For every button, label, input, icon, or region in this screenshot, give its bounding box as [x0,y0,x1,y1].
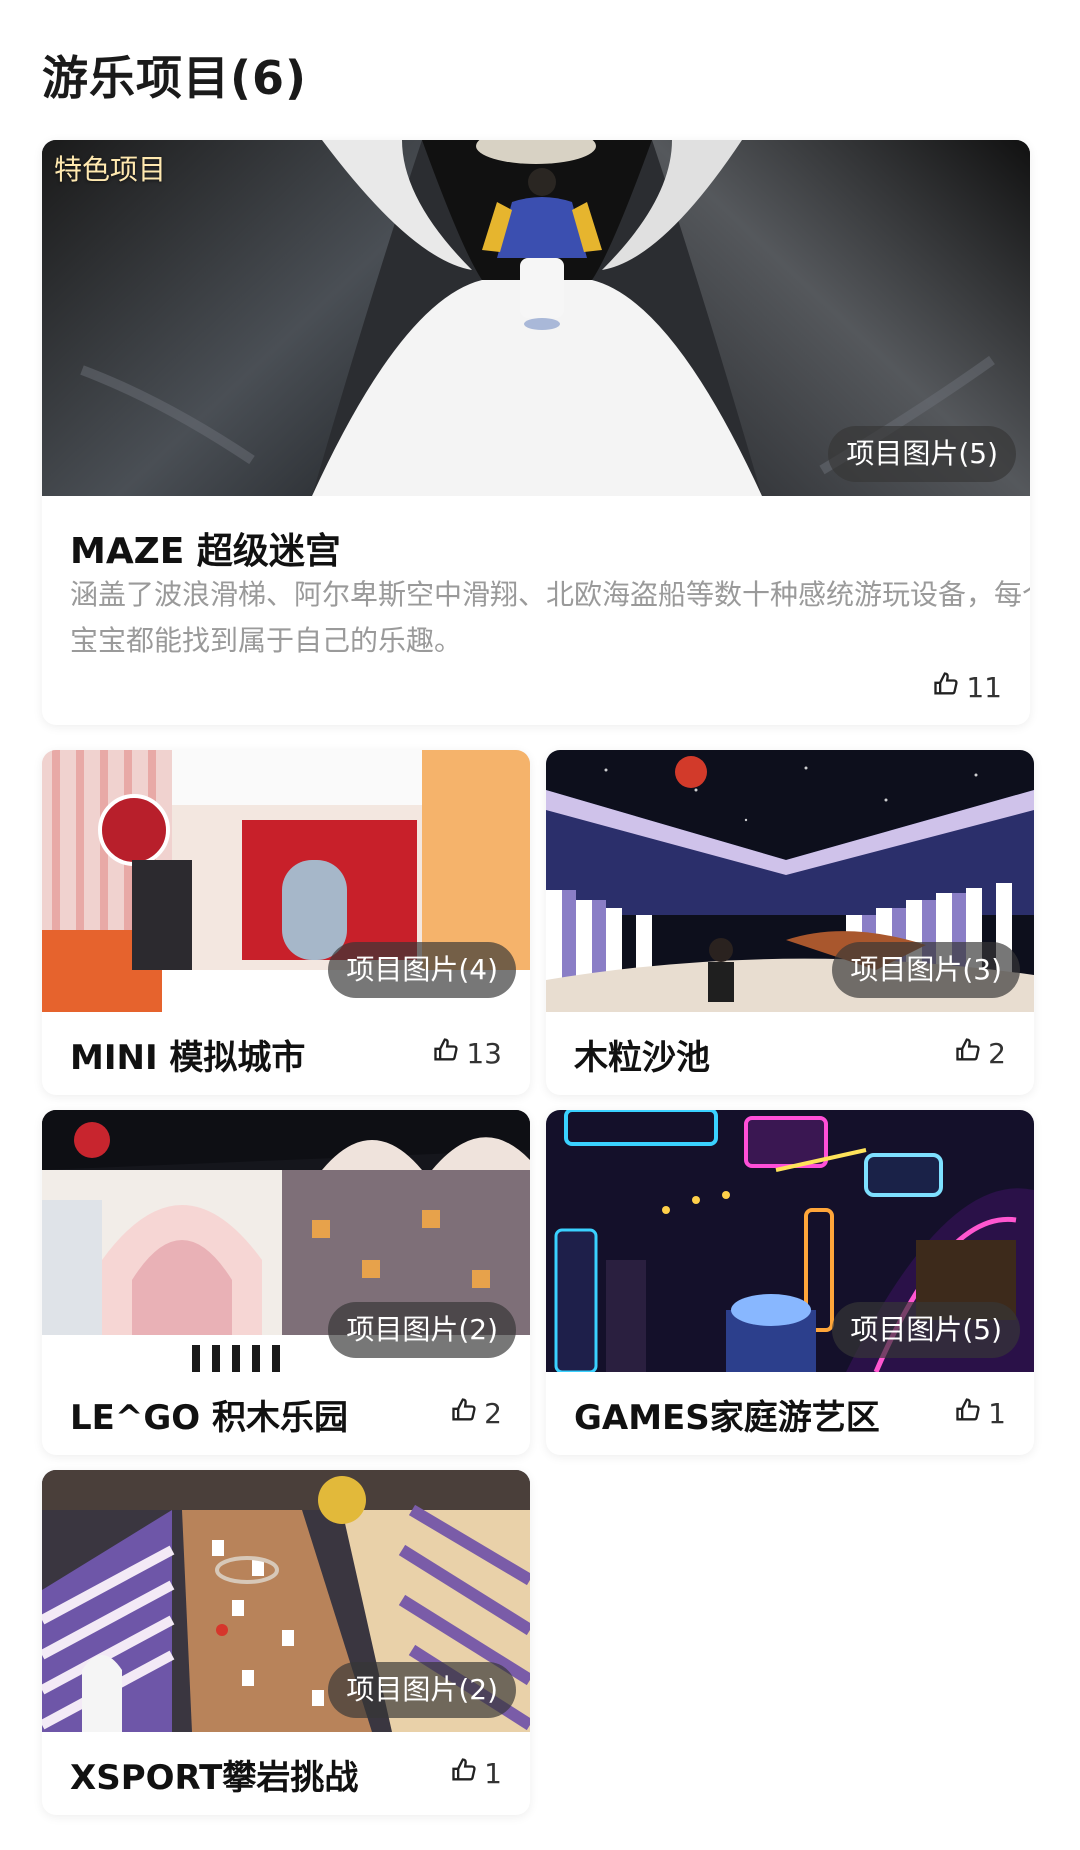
like-count: 2 [988,1037,1006,1070]
project-photos-button[interactable]: 项目图片(2) [328,1302,516,1358]
featured-project-card[interactable]: 特色项目 项目图片(5) MAZE 超级迷宫 涵盖了波浪滑梯、阿尔卑斯空中滑翔、… [42,140,1030,725]
thumbs-up-icon [432,1036,460,1071]
project-title: GAMES家庭游艺区 [574,1398,880,1438]
project-photos-button[interactable]: 项目图片(3) [832,942,1020,998]
thumbs-up-icon [954,1396,982,1431]
like-count: 11 [966,671,1002,704]
project-photos-button[interactable]: 项目图片(2) [328,1662,516,1718]
project-card[interactable]: 项目图片(2) LE^GO 积木乐园 2 [42,1110,530,1455]
project-description: 涵盖了波浪滑梯、阿尔卑斯空中滑翔、北欧海盗船等数十种感统游玩设备，每个宝宝都能找… [70,578,1030,657]
thumbs-up-icon [932,670,960,705]
like-count: 13 [466,1037,502,1070]
like-button[interactable]: 2 [450,1396,502,1431]
page: 游乐项目(6) 特色项目 项目图片(5) MAZE 超级迷宫 涵盖了波浪滑梯、阿… [0,0,1080,1850]
project-image[interactable]: 项目图片(5) [546,1110,1034,1372]
thumbs-up-icon [954,1036,982,1071]
like-count: 1 [484,1757,502,1790]
like-count: 1 [988,1397,1006,1430]
project-title: MINI 模拟城市 [70,1038,306,1078]
project-image[interactable]: 项目图片(4) [42,750,530,1012]
like-button[interactable]: 11 [932,670,1002,705]
like-button[interactable]: 1 [450,1756,502,1791]
project-title: XSPORT攀岩挑战 [70,1758,359,1798]
project-title: 木粒沙池 [574,1038,710,1078]
featured-project-image[interactable]: 特色项目 项目图片(5) [42,140,1030,496]
thumbs-up-icon [450,1396,478,1431]
like-count: 2 [484,1397,502,1430]
project-photos-button[interactable]: 项目图片(5) [832,1302,1020,1358]
project-image[interactable]: 项目图片(2) [42,1470,530,1732]
thumbs-up-icon [450,1756,478,1791]
project-image[interactable]: 项目图片(3) [546,750,1034,1012]
project-photos-button[interactable]: 项目图片(5) [828,426,1016,482]
project-card[interactable]: 项目图片(2) XSPORT攀岩挑战 1 [42,1470,530,1815]
like-button[interactable]: 13 [432,1036,502,1071]
project-title: LE^GO 积木乐园 [70,1398,349,1438]
project-photos-button[interactable]: 项目图片(4) [328,942,516,998]
project-title: MAZE 超级迷宫 [70,531,341,572]
featured-tag: 特色项目 [54,153,167,186]
project-card[interactable]: 项目图片(4) MINI 模拟城市 13 [42,750,530,1095]
like-button[interactable]: 2 [954,1036,1006,1071]
section-title: 游乐项目(6) [42,51,308,105]
project-card[interactable]: 项目图片(5) GAMES家庭游艺区 1 [546,1110,1034,1455]
project-card[interactable]: 项目图片(3) 木粒沙池 2 [546,750,1034,1095]
like-button[interactable]: 1 [954,1396,1006,1431]
project-image[interactable]: 项目图片(2) [42,1110,530,1372]
